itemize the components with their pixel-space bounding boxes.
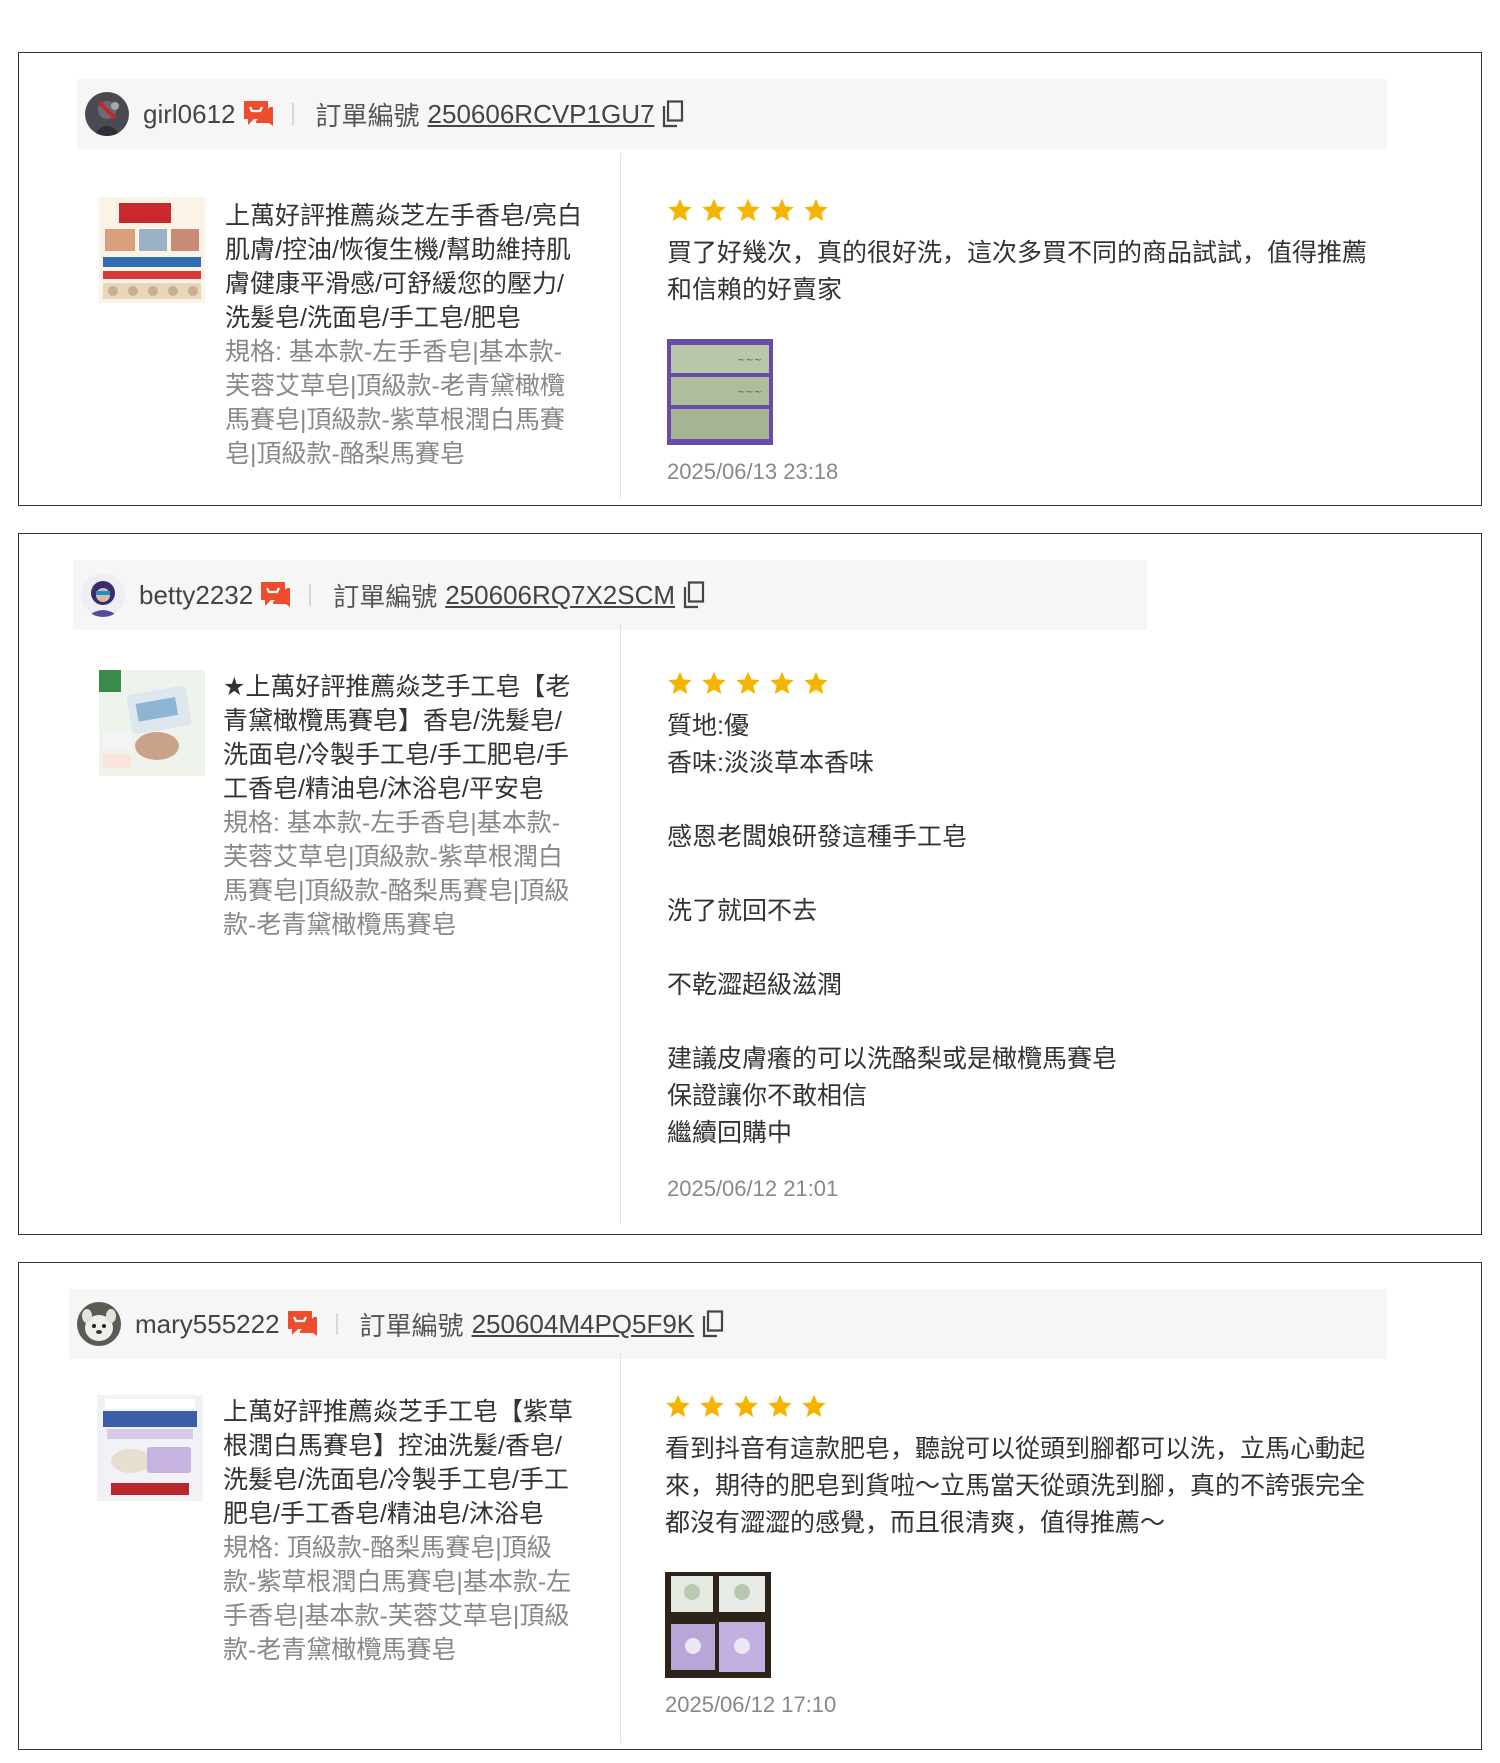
- review-body: 買了好幾次，真的很好洗，這次多買不同的商品試試，值得推薦和信賴的好賣家 ~~~ …: [667, 197, 1387, 485]
- username[interactable]: betty2232: [139, 580, 253, 611]
- star-rating: [667, 197, 1387, 225]
- product-thumbnail[interactable]: [97, 1395, 203, 1501]
- star-icon: [770, 671, 794, 695]
- star-icon: [736, 198, 760, 222]
- review-body: 看到抖音有這款肥皂，聽說可以從頭到腳都可以洗，立馬心動起來，期待的肥皂到貨啦～立…: [665, 1393, 1385, 1718]
- order-label: 訂單編號: [359, 1310, 464, 1341]
- review-photo[interactable]: ~~~ ~~~: [667, 339, 773, 445]
- star-rating: [667, 670, 1387, 698]
- order-number-link[interactable]: 250604M4PQ5F9K: [472, 1309, 695, 1340]
- star-icon: [804, 198, 828, 222]
- chat-bubble-icon[interactable]: [259, 580, 291, 610]
- star-icon: [700, 1394, 724, 1418]
- star-rating: [665, 1393, 1385, 1421]
- avatar[interactable]: [85, 92, 129, 136]
- star-icon: [768, 1394, 792, 1418]
- star-icon: [734, 1394, 758, 1418]
- product-thumbnail[interactable]: [99, 670, 205, 776]
- username[interactable]: girl0612: [143, 99, 236, 130]
- chat-bubble-icon[interactable]: [286, 1309, 318, 1339]
- product-title[interactable]: ★上萬好評推薦焱芝手工皂【老青黛橄欖馬賽皂】香皂/洗髮皂/洗面皂/冷製手工皂/手…: [223, 670, 583, 806]
- copy-icon[interactable]: [702, 1310, 724, 1338]
- review-card: betty2232 訂單編號 250606RQ7X2SCM ★上萬好評推薦焱芝手…: [18, 533, 1482, 1235]
- review-header: betty2232 訂單編號 250606RQ7X2SCM: [73, 560, 1147, 630]
- svg-text:~~~: ~~~: [737, 355, 762, 366]
- review-header: mary555222 訂單編號 250604M4PQ5F9K: [69, 1289, 1387, 1359]
- order-number-link[interactable]: 250606RQ7X2SCM: [445, 580, 675, 611]
- product-title[interactable]: 上萬好評推薦焱芝左手香皂/亮白肌膚/控油/恢復生機/幫助維持肌膚健康平滑感/可舒…: [225, 199, 585, 335]
- review-photo[interactable]: [665, 1572, 771, 1678]
- star-icon: [666, 1394, 690, 1418]
- product-thumbnail[interactable]: [99, 197, 205, 303]
- divider: [309, 584, 312, 606]
- order-number-link[interactable]: 250606RCVP1GU7: [428, 99, 655, 130]
- star-icon: [668, 671, 692, 695]
- username[interactable]: mary555222: [135, 1309, 280, 1340]
- star-icon: [804, 671, 828, 695]
- review-time: 2025/06/12 17:10: [665, 1692, 837, 1717]
- column-divider: [620, 153, 621, 498]
- star-icon: [702, 198, 726, 222]
- star-icon: [802, 1394, 826, 1418]
- review-time: 2025/06/12 21:01: [667, 1176, 839, 1201]
- product-spec: 規格: 頂級款-酪梨馬賽皂|頂級款-紫草根潤白馬賽皂|基本款-左手香皂|基本款-…: [223, 1534, 572, 1664]
- review-comment: 看到抖音有這款肥皂，聽說可以從頭到腳都可以洗，立馬心動起來，期待的肥皂到貨啦～立…: [665, 1435, 1366, 1537]
- review-body: 質地:優 香味:淡淡草本香味 感恩老闆娘研發這種手工皂 洗了就回不去 不乾澀超級…: [667, 670, 1387, 1202]
- avatar[interactable]: [77, 1302, 121, 1346]
- product-title[interactable]: 上萬好評推薦焱芝手工皂【紫草根潤白馬賽皂】控油洗髮/香皂/洗髮皂/洗面皂/冷製手…: [223, 1395, 583, 1531]
- product-info: 上萬好評推薦焱芝左手香皂/亮白肌膚/控油/恢復生機/幫助維持肌膚健康平滑感/可舒…: [225, 199, 585, 471]
- column-divider: [620, 1353, 621, 1743]
- review-comment: 質地:優 香味:淡淡草本香味 感恩老闆娘研發這種手工皂 洗了就回不去 不乾澀超級…: [667, 712, 1118, 1147]
- star-icon: [736, 671, 760, 695]
- star-icon: [702, 671, 726, 695]
- column-divider: [620, 624, 621, 1224]
- product-spec: 規格: 基本款-左手香皂|基本款-芙蓉艾草皂|頂級款-紫草根潤白馬賽皂|頂級款-…: [223, 809, 570, 939]
- star-icon: [668, 198, 692, 222]
- product-info: 上萬好評推薦焱芝手工皂【紫草根潤白馬賽皂】控油洗髮/香皂/洗髮皂/洗面皂/冷製手…: [223, 1395, 583, 1667]
- divider: [335, 1313, 338, 1335]
- chat-bubble-icon[interactable]: [242, 99, 274, 129]
- svg-text:~~~: ~~~: [737, 387, 762, 398]
- review-header: girl0612 訂單編號 250606RCVP1GU7: [77, 79, 1387, 149]
- review-time: 2025/06/13 23:18: [667, 459, 839, 484]
- product-info: ★上萬好評推薦焱芝手工皂【老青黛橄欖馬賽皂】香皂/洗髮皂/洗面皂/冷製手工皂/手…: [223, 670, 583, 942]
- order-label: 訂單編號: [333, 581, 438, 612]
- order-label: 訂單編號: [315, 100, 420, 131]
- copy-icon[interactable]: [683, 581, 705, 609]
- review-comment: 買了好幾次，真的很好洗，這次多買不同的商品試試，值得推薦和信賴的好賣家: [667, 239, 1368, 304]
- review-card: mary555222 訂單編號 250604M4PQ5F9K 上萬好評推薦焱芝手…: [18, 1262, 1482, 1750]
- star-icon: [770, 198, 794, 222]
- divider: [291, 103, 294, 125]
- avatar[interactable]: [81, 573, 125, 617]
- review-card: girl0612 訂單編號 250606RCVP1GU7 上萬好評推薦焱芝左手香…: [18, 52, 1482, 506]
- product-spec: 規格: 基本款-左手香皂|基本款-芙蓉艾草皂|頂級款-老青黛橄欖馬賽皂|頂級款-…: [225, 338, 565, 468]
- copy-icon[interactable]: [662, 100, 684, 128]
